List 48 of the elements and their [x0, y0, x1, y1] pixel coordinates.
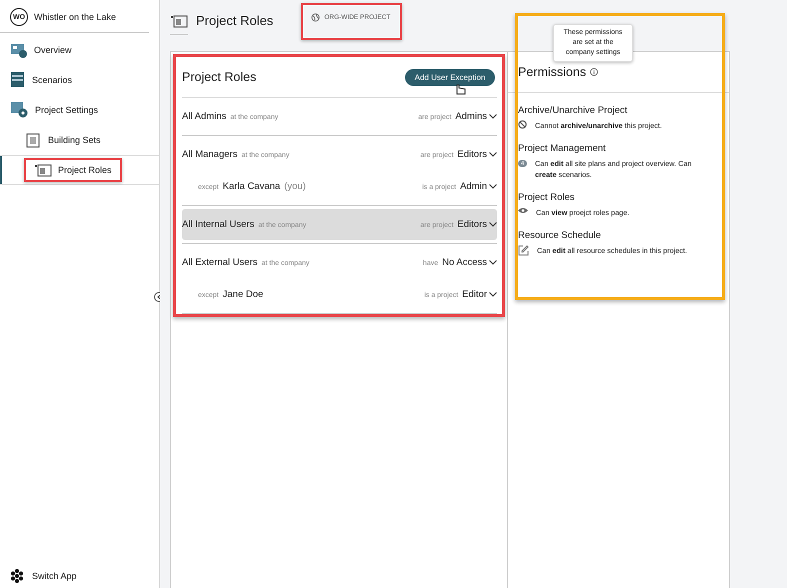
sidebar-label: Scenarios [32, 75, 72, 85]
sidebar-item[interactable]: Project Roles [0, 155, 159, 185]
chevron-down-icon [489, 152, 497, 157]
sidebar-item[interactable]: Overview [0, 35, 159, 65]
page-title: Project Roles [196, 12, 274, 28]
edit-icon [518, 245, 529, 256]
project-name: Whistler on the Lake [34, 12, 116, 22]
group-name: All Internal Users [182, 219, 254, 230]
chevron-down-icon [489, 292, 497, 296]
role-dropdown[interactable]: Editors [457, 149, 497, 160]
add-user-exception-button[interactable]: Add User Exception [405, 68, 495, 86]
user-name: Karla Cavana [222, 180, 280, 192]
group-name: All Admins [182, 111, 226, 122]
eye-icon [518, 207, 528, 214]
role-dropdown[interactable]: Editor [462, 288, 497, 300]
blocked-icon [518, 120, 527, 129]
document-stack-icon [10, 71, 26, 89]
app-switcher-icon[interactable] [10, 569, 24, 583]
permission-title: Archive/Unarchive Project [518, 105, 628, 116]
sidebar-label: Project Settings [35, 105, 98, 115]
role-dropdown[interactable]: No Access [442, 257, 497, 268]
chevron-down-icon [489, 222, 497, 227]
permission-title: Project Management [518, 143, 607, 154]
info-icon[interactable] [590, 68, 598, 76]
group-name: All External Users [182, 257, 258, 268]
roles-icon [34, 163, 52, 177]
roles-icon [170, 14, 188, 28]
sidebar-label: Project Roles [58, 165, 112, 175]
sidebar-item[interactable]: Project Settings [0, 95, 159, 125]
sidebar-label: Building Sets [48, 135, 101, 145]
sidebar-item[interactable]: Scenarios [0, 65, 159, 95]
chevron-down-icon [489, 184, 497, 188]
group-name: All Managers [182, 149, 238, 160]
chevron-down-icon [489, 114, 497, 119]
role-dropdown[interactable]: Editors [457, 219, 497, 230]
card-title: Project Roles [182, 70, 256, 84]
sidebar-label: Overview [34, 45, 72, 55]
permission-title: Resource Schedule [518, 230, 602, 241]
sidebar-item[interactable]: Building Sets [0, 125, 159, 155]
permissions-title: Permissions [518, 65, 586, 79]
permission-title: Project Roles [518, 192, 576, 203]
you-note: (you) [284, 180, 306, 192]
chevron-down-icon [489, 260, 497, 265]
switch-app-label[interactable]: Switch App [32, 571, 77, 581]
role-dropdown[interactable]: Admin [460, 180, 497, 192]
building-icon [24, 132, 42, 148]
user-name: Jane Doe [222, 288, 264, 300]
role-dropdown[interactable]: Admins [455, 111, 497, 122]
